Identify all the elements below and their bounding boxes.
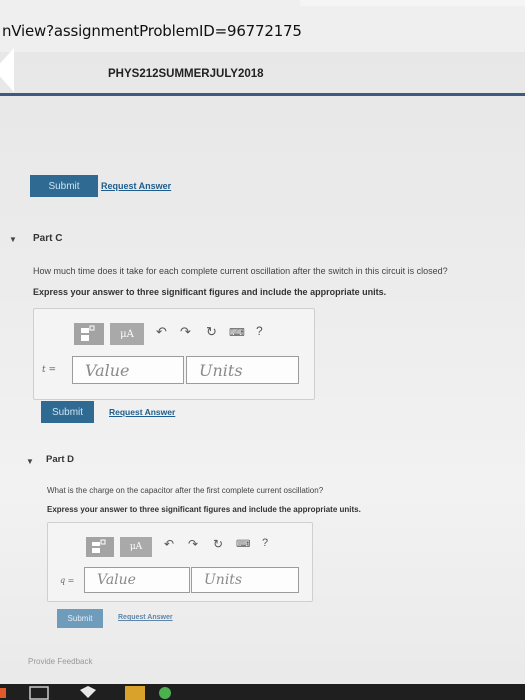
- part-d-value-input[interactable]: Value: [84, 567, 190, 593]
- undo-icon[interactable]: ↶: [164, 537, 174, 551]
- part-d-variable-label: q =: [60, 576, 75, 585]
- help-icon[interactable]: ?: [262, 537, 268, 549]
- part-c-caret-icon[interactable]: ▼: [9, 235, 17, 244]
- part-d-request-answer-link[interactable]: Request Answer: [118, 614, 173, 621]
- reset-icon[interactable]: ↻: [206, 324, 217, 340]
- part-c-units-button[interactable]: μA: [110, 323, 144, 345]
- part-d-instruction: Express your answer to three significant…: [47, 505, 361, 514]
- course-title: PHYS212SUMMERJULY2018: [108, 68, 264, 80]
- back-arrow-icon[interactable]: [0, 48, 14, 92]
- part-c-value-input[interactable]: Value: [72, 356, 184, 384]
- part-d-units-input[interactable]: Units: [191, 567, 299, 593]
- keyboard-icon[interactable]: ⌨: [236, 539, 250, 550]
- part-d-question: What is the charge on the capacitor afte…: [47, 486, 324, 495]
- part-c-request-answer-link[interactable]: Request Answer: [109, 407, 175, 417]
- part-b-request-answer-link[interactable]: Request Answer: [101, 181, 171, 191]
- reset-icon[interactable]: ↻: [213, 537, 223, 551]
- part-c-variable-label: t =: [42, 365, 57, 375]
- url-text[interactable]: nView?assignmentProblemID=96772175: [2, 22, 302, 40]
- template-icon: [86, 537, 114, 557]
- chrome-icon: [159, 687, 171, 699]
- template-icon: [74, 323, 104, 345]
- part-c-submit-button[interactable]: Submit: [41, 401, 94, 423]
- taskbar-icons: [0, 684, 525, 700]
- part-d-answer-panel: μA ↶ ↷ ↻ ⌨ ? q = Value Units: [47, 522, 313, 602]
- units-button-label: μA: [120, 328, 134, 340]
- os-taskbar: [0, 684, 525, 700]
- keyboard-icon[interactable]: ⌨: [229, 326, 245, 339]
- part-c-label[interactable]: Part C: [33, 233, 62, 244]
- part-d-label[interactable]: Part D: [46, 454, 74, 465]
- top-divider: [300, 0, 525, 6]
- units-button-label: μA: [129, 542, 143, 552]
- redo-icon[interactable]: ↷: [188, 537, 198, 551]
- part-d-units-button[interactable]: μA: [120, 537, 152, 557]
- part-d-submit-button[interactable]: Submit: [57, 609, 103, 628]
- header-rule: [0, 93, 525, 96]
- help-icon[interactable]: ?: [256, 324, 263, 338]
- part-c-question: How much time does it take for each comp…: [33, 266, 448, 276]
- undo-icon[interactable]: ↶: [156, 324, 167, 340]
- part-b-submit-button[interactable]: Submit: [30, 175, 98, 197]
- redo-icon[interactable]: ↷: [180, 324, 191, 340]
- provide-feedback-link[interactable]: Provide Feedback: [28, 657, 92, 666]
- part-c-units-input[interactable]: Units: [186, 356, 299, 384]
- part-c-template-button[interactable]: [74, 323, 104, 345]
- part-c-instruction: Express your answer to three significant…: [33, 287, 387, 297]
- start-icon: [0, 688, 6, 698]
- part-c-answer-panel: μA ↶ ↷ ↻ ⌨ ? t = Value Units: [33, 308, 315, 400]
- browser-url-bar[interactable]: nView?assignmentProblemID=96772175: [0, 0, 525, 52]
- part-d-caret-icon[interactable]: ▼: [26, 457, 34, 466]
- folder-icon: [125, 686, 145, 700]
- part-d-template-button[interactable]: [86, 537, 114, 557]
